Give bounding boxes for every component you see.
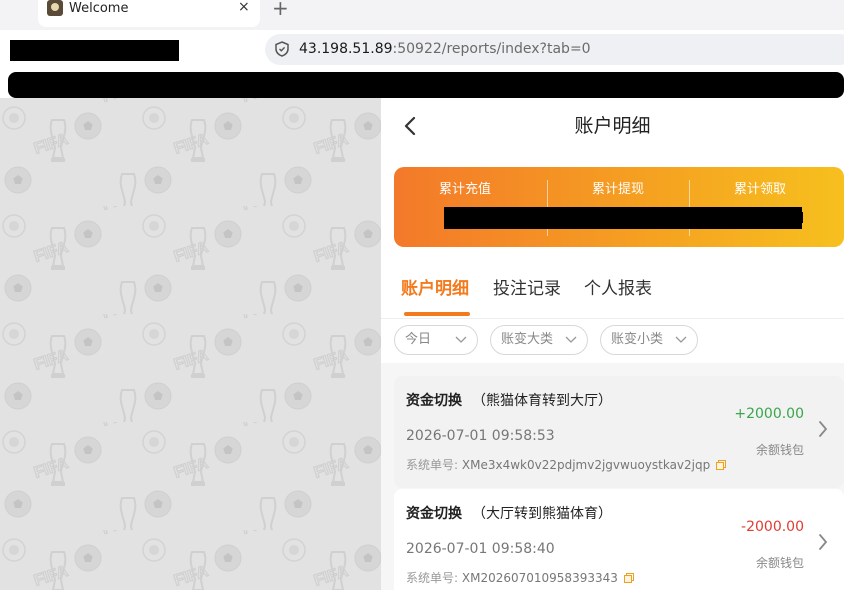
browser-tab-title: Welcome bbox=[69, 1, 129, 16]
record-title: 资金切换 （大厅转到熊猫体育） bbox=[406, 505, 612, 523]
url-path: :50922/reports/index?tab=0 bbox=[392, 41, 591, 57]
list-item[interactable]: 资金切换 （大厅转到熊猫体育） 2026-07-01 09:58:40 系统单号:… bbox=[394, 489, 844, 590]
order-label: 系统单号: bbox=[406, 458, 459, 472]
football-pattern-icon: FIFA bbox=[0, 98, 381, 590]
tab-personal-report[interactable]: 个人报表 bbox=[584, 278, 652, 300]
browser-tab[interactable]: Welcome × bbox=[38, 0, 260, 27]
tab-bet-records[interactable]: 投注记录 bbox=[493, 278, 561, 300]
record-wallet: 余额钱包 bbox=[755, 556, 804, 570]
url-text[interactable]: 43.198.51.89:50922/reports/index?tab=0 bbox=[299, 40, 591, 58]
active-tab-indicator bbox=[404, 312, 470, 316]
summary-section: 累计充值 累计提现 累计领取 bbox=[381, 155, 844, 261]
record-amount: -2000.00 bbox=[741, 519, 804, 535]
redacted-summary-values bbox=[444, 207, 802, 229]
chevron-down-icon bbox=[565, 336, 577, 343]
category-filter-label: 账变大类 bbox=[501, 332, 554, 347]
background-pattern: FIFA bbox=[0, 98, 381, 590]
record-wallet: 余额钱包 bbox=[755, 443, 804, 457]
chevron-down-icon bbox=[455, 336, 467, 343]
record-title: 资金切换 （熊猫体育转到大厅） bbox=[406, 392, 612, 410]
subcategory-filter-label: 账变小类 bbox=[611, 332, 664, 347]
close-tab-icon[interactable]: × bbox=[238, 0, 250, 16]
record-amount: +2000.00 bbox=[734, 406, 804, 422]
shield-icon[interactable] bbox=[275, 41, 289, 57]
date-filter-select[interactable]: 今日 bbox=[394, 325, 478, 355]
account-detail-page: 账户明细 累计充值 累计提现 累计领取 账户明细 投注记录 个人报表 今日 账变… bbox=[381, 98, 844, 590]
record-detail: （熊猫体育转到大厅） bbox=[472, 393, 612, 409]
record-type: 资金切换 bbox=[406, 393, 462, 409]
record-type: 资金切换 bbox=[406, 506, 462, 522]
tab-account-detail[interactable]: 账户明细 bbox=[401, 278, 469, 300]
order-value: XMe3x4wk0v22pdjmv2jgvwuoystkav2jqp bbox=[461, 458, 711, 472]
browser-address-bar: 43.198.51.89:50922/reports/index?tab=0 bbox=[0, 30, 844, 72]
summary-total-withdraw-label: 累计提现 bbox=[591, 182, 644, 197]
browser-tab-bar: Welcome × + bbox=[0, 0, 844, 30]
record-order-number: 系统单号: XMe3x4wk0v22pdjmv2jgvwuoystkav2jqp bbox=[406, 457, 727, 473]
chevron-down-icon bbox=[675, 336, 687, 343]
list-item[interactable]: 资金切换 （熊猫体育转到大厅） 2026-07-01 09:58:53 系统单号:… bbox=[394, 376, 844, 488]
url-host: 43.198.51.89 bbox=[299, 41, 393, 57]
copy-icon[interactable] bbox=[716, 460, 727, 470]
subcategory-filter-select[interactable]: 账变小类 bbox=[600, 325, 698, 355]
summary-total-deposit-label: 累计充值 bbox=[438, 182, 491, 197]
redacted-summary-values bbox=[789, 212, 803, 223]
record-time: 2026-07-01 09:58:40 bbox=[406, 541, 555, 557]
site-favicon-icon bbox=[47, 0, 63, 16]
new-tab-button[interactable]: + bbox=[272, 0, 289, 18]
order-value: XM20260701095839334​3 bbox=[461, 571, 618, 585]
redacted-bookmarks-bar bbox=[8, 72, 844, 98]
order-label: 系统单号: bbox=[406, 571, 459, 585]
copy-icon[interactable] bbox=[623, 573, 634, 583]
chevron-right-icon[interactable] bbox=[818, 420, 828, 438]
record-order-number: 系统单号: XM20260701095839334​3 bbox=[406, 570, 634, 586]
summary-total-claimed-label: 累计领取 bbox=[733, 182, 786, 197]
page-title: 账户明细 bbox=[574, 115, 651, 137]
url-field[interactable]: 43.198.51.89:50922/reports/index?tab=0 bbox=[265, 34, 844, 65]
record-tabs: 账户明细 投注记录 个人报表 bbox=[381, 261, 844, 318]
date-filter-label: 今日 bbox=[405, 332, 432, 347]
record-time: 2026-07-01 09:58:53 bbox=[406, 428, 555, 444]
summary-card: 累计充值 累计提现 累计领取 bbox=[394, 167, 844, 247]
record-detail: （大厅转到熊猫体育） bbox=[472, 506, 612, 522]
page-header: 账户明细 bbox=[381, 98, 844, 155]
category-filter-select[interactable]: 账变大类 bbox=[490, 325, 588, 355]
redacted-toolbar bbox=[10, 40, 179, 61]
filter-bar: 今日 账变大类 账变小类 bbox=[381, 318, 844, 363]
chevron-right-icon[interactable] bbox=[818, 533, 828, 551]
